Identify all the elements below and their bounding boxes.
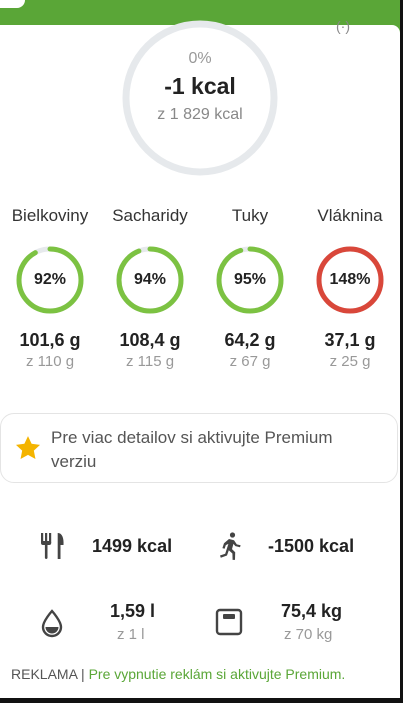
star-icon xyxy=(15,436,41,459)
macro-target: z 110 g xyxy=(25,353,75,370)
calorie-remaining: -1 kcal xyxy=(164,73,236,99)
water-target: z 1 l xyxy=(117,626,145,643)
remove-ads-link[interactable]: Pre vypnutie reklám si aktivujte Premium… xyxy=(89,666,346,682)
macro-label: Sacharidy xyxy=(112,206,188,225)
weight-target: z 70 kg xyxy=(284,626,333,643)
macro-label: Bielkoviny xyxy=(11,206,89,225)
macro-fat[interactable]: Tuky 95% 64,2 g z 67 g xyxy=(200,205,300,370)
macro-label: Vláknina xyxy=(317,206,383,225)
macro-value: 108,4 g xyxy=(119,330,181,350)
premium-text: Pre viac detailov si aktivujte Premium v… xyxy=(51,428,333,471)
water-drop-icon xyxy=(41,609,63,638)
macro-percent: 94% xyxy=(133,271,167,288)
macro-protein[interactable]: Bielkoviny 92% 101,6 g z 110 g xyxy=(0,205,100,370)
top-bar-corner-inner xyxy=(380,25,400,33)
macro-carbs[interactable]: Sacharidy 94% 108,4 g z 115 g xyxy=(100,205,200,370)
macro-ring: 95% xyxy=(215,245,285,315)
food-kcal: 1499 kcal xyxy=(92,536,173,556)
ad-separator: | xyxy=(81,666,85,682)
macro-label: Tuky xyxy=(231,206,269,225)
premium-banner[interactable]: Pre viac detailov si aktivujte Premium v… xyxy=(0,413,398,483)
macro-value: 64,2 g xyxy=(224,330,276,350)
calorie-percent: 0% xyxy=(188,50,212,67)
frame-edge-bottom xyxy=(0,698,403,703)
calorie-target: z 1 829 kcal xyxy=(157,106,243,123)
macro-value: 37,1 g xyxy=(324,330,376,350)
header-fragment: (·) xyxy=(336,18,350,34)
macro-percent: 148% xyxy=(329,271,371,288)
macro-percent: 92% xyxy=(33,271,67,288)
macro-ring: 148% xyxy=(315,245,385,315)
ad-label: REKLAMA xyxy=(11,666,78,682)
macro-target: z 67 g xyxy=(229,353,271,370)
macro-percent: 95% xyxy=(233,271,267,288)
fork-knife-icon xyxy=(41,533,64,559)
weight-value: 75,4 kg xyxy=(281,601,343,621)
water-value: 1,59 l xyxy=(110,601,156,621)
scale-icon xyxy=(215,608,243,636)
macro-target: z 25 g xyxy=(329,353,371,370)
macro-target: z 115 g xyxy=(125,353,175,370)
macro-fiber[interactable]: Vláknina 148% 37,1 g z 25 g xyxy=(300,205,400,370)
running-icon xyxy=(220,532,241,560)
macro-ring: 94% xyxy=(115,245,185,315)
macro-ring: 92% xyxy=(15,245,85,315)
ad-line: REKLAMA | Pre vypnutie reklám si aktivuj… xyxy=(11,666,345,682)
macro-value: 101,6 g xyxy=(19,330,81,350)
exercise-kcal: -1500 kcal xyxy=(268,536,355,556)
